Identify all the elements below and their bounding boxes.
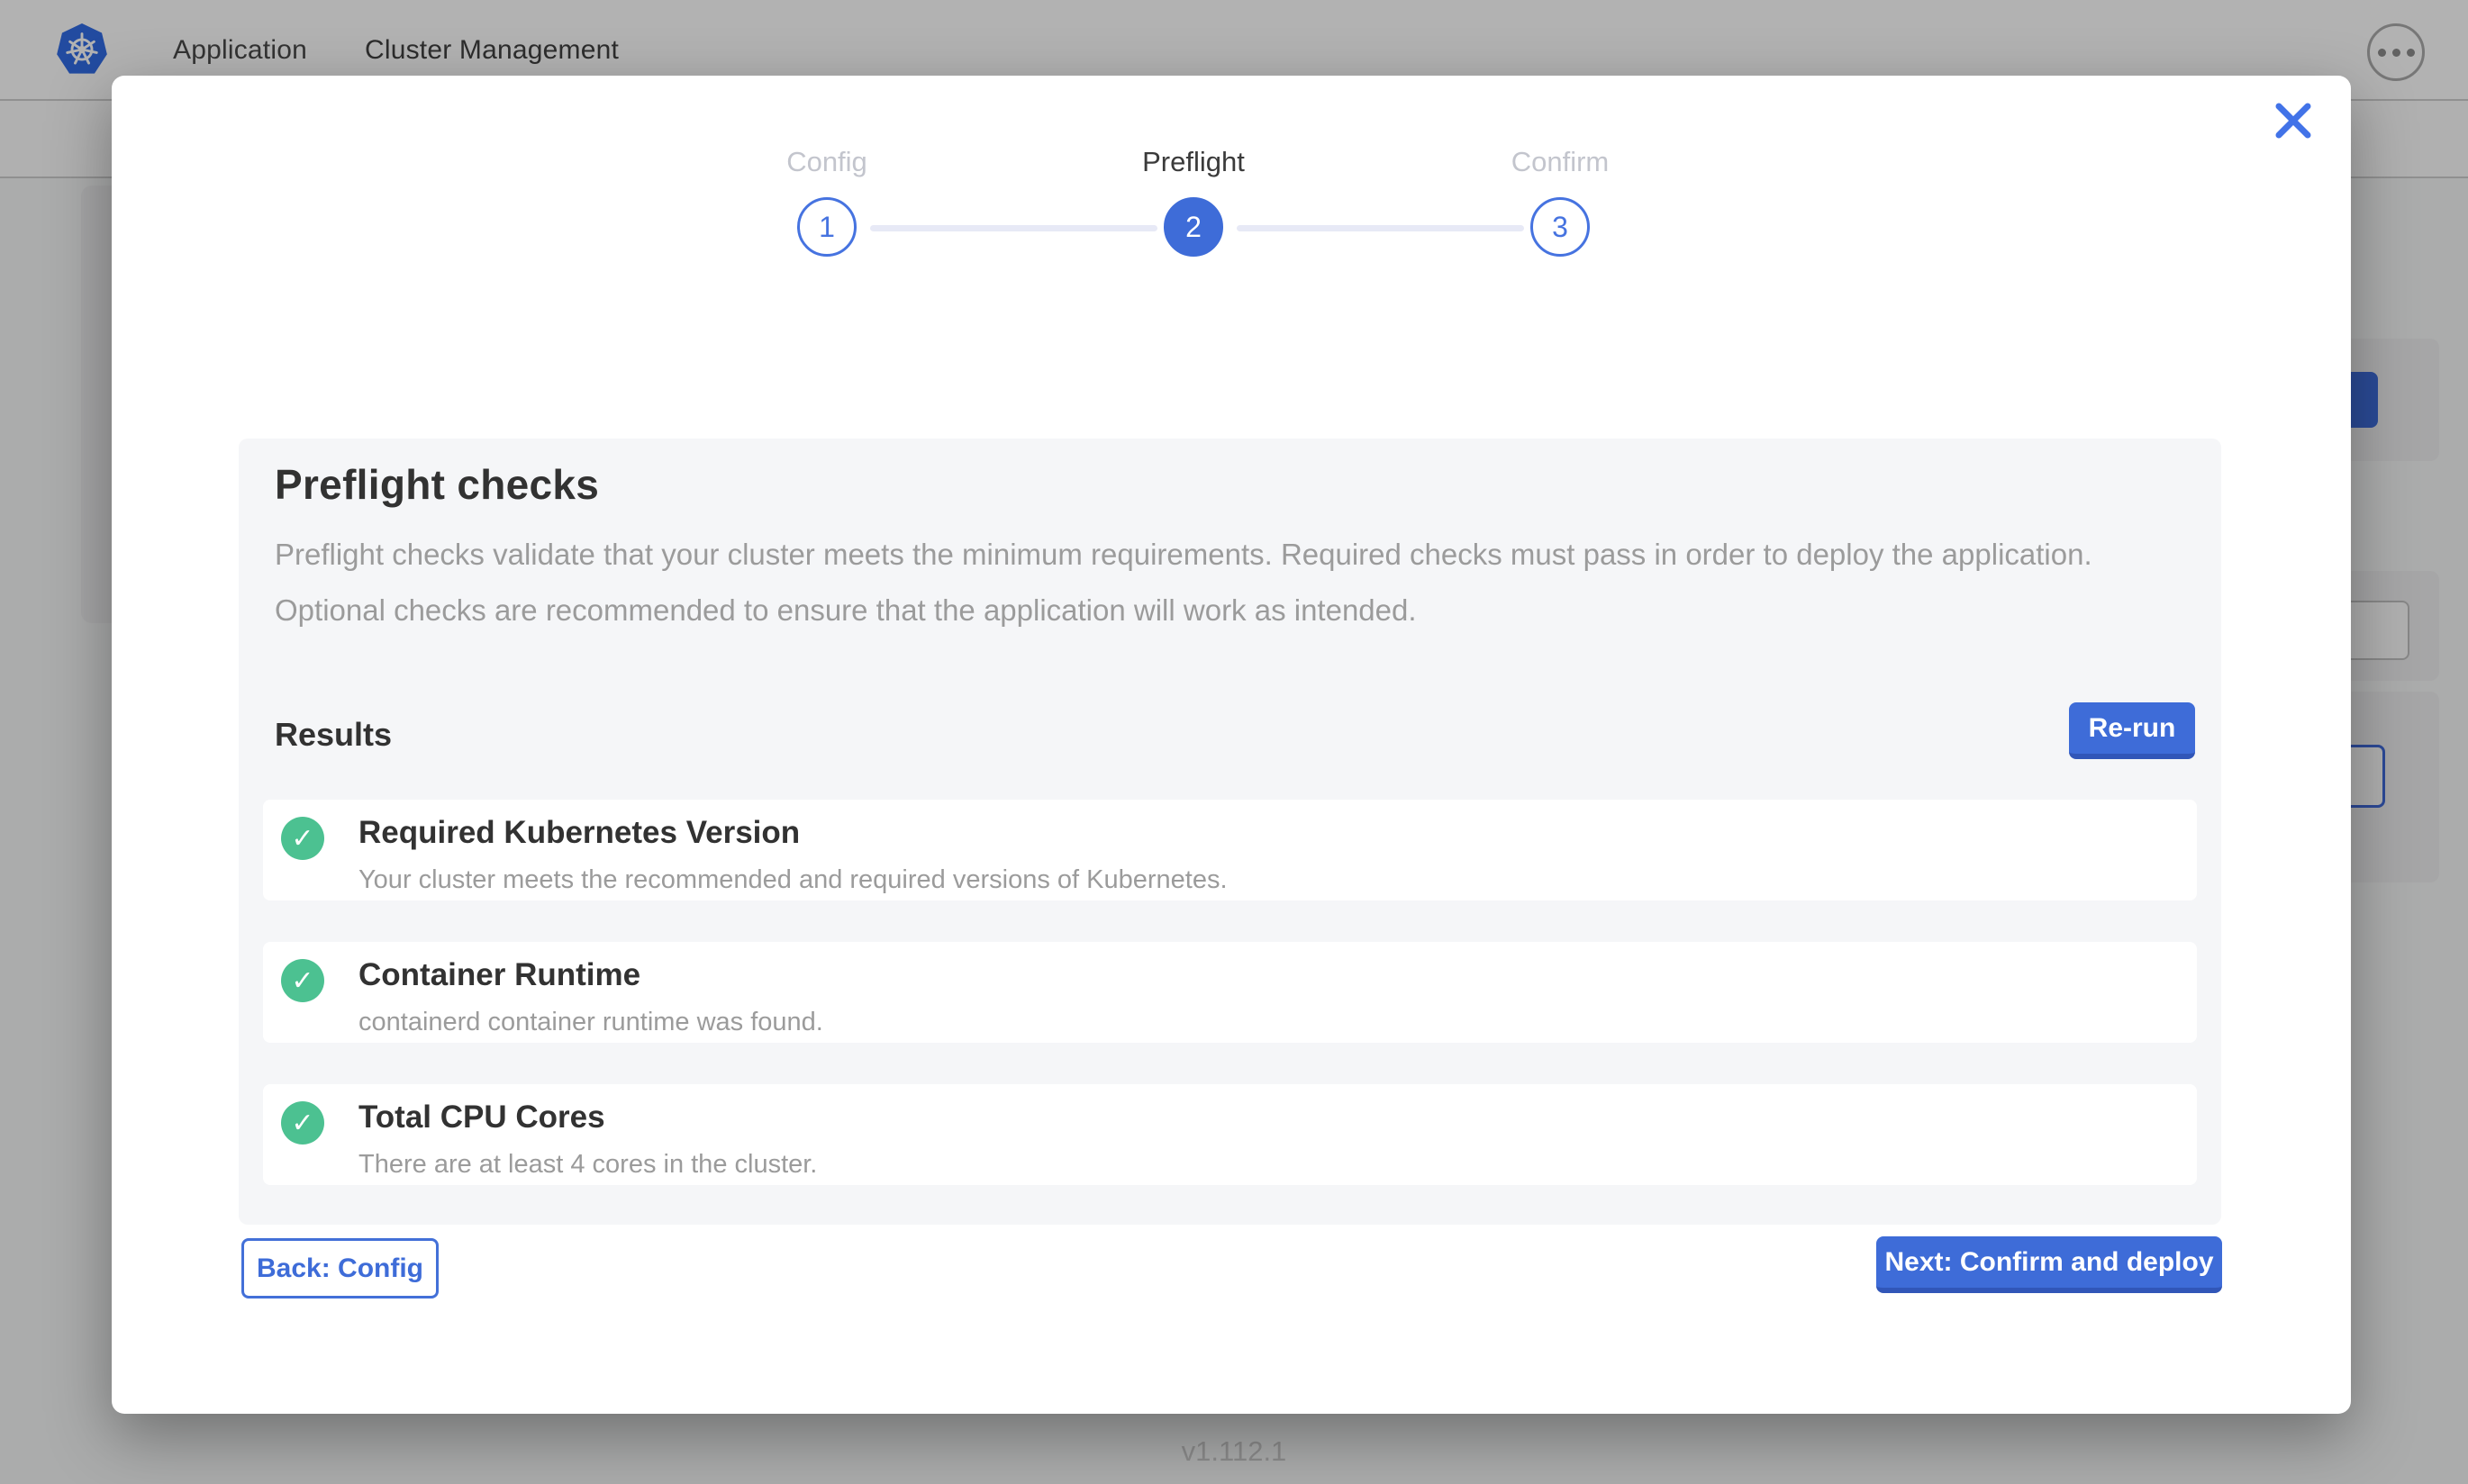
panel-title: Preflight checks [275, 460, 599, 509]
check-pass-icon: ✓ [281, 1101, 324, 1145]
check-title: Container Runtime [358, 957, 823, 993]
results-heading: Results [275, 716, 392, 754]
back-config-button[interactable]: Back: Config [241, 1238, 439, 1298]
check-pass-icon: ✓ [281, 959, 324, 1002]
check-result-row: ✓ Required Kubernetes Version Your clust… [263, 800, 2197, 900]
check-pass-icon: ✓ [281, 817, 324, 860]
check-description: There are at least 4 cores in the cluste… [358, 1150, 817, 1180]
preflight-panel: Preflight checks Preflight checks valida… [239, 439, 2221, 1225]
check-title: Required Kubernetes Version [358, 815, 1228, 851]
step-label-confirm: Confirm [1452, 146, 1668, 178]
close-icon [2273, 101, 2313, 140]
check-result-row: ✓ Container Runtime containerd container… [263, 942, 2197, 1043]
panel-description: Preflight checks validate that your clus… [275, 527, 2157, 638]
step-circle-config[interactable]: 1 [797, 197, 857, 257]
step-connector [1237, 225, 1524, 231]
rerun-button[interactable]: Re-run [2069, 702, 2195, 759]
check-description: Your cluster meets the recommended and r… [358, 865, 1228, 895]
check-description: containerd container runtime was found. [358, 1008, 823, 1037]
step-circle-confirm[interactable]: 3 [1530, 197, 1590, 257]
step-label-preflight: Preflight [1085, 146, 1302, 178]
close-button[interactable] [2272, 99, 2315, 142]
check-result-row: ✓ Total CPU Cores There are at least 4 c… [263, 1084, 2197, 1185]
step-connector [870, 225, 1157, 231]
next-confirm-deploy-button[interactable]: Next: Confirm and deploy [1876, 1236, 2222, 1293]
step-label-config: Config [719, 146, 935, 178]
preflight-modal: Config Preflight Confirm 1 2 3 Preflight… [112, 76, 2351, 1414]
check-title: Total CPU Cores [358, 1099, 817, 1136]
step-circle-preflight[interactable]: 2 [1164, 197, 1223, 257]
